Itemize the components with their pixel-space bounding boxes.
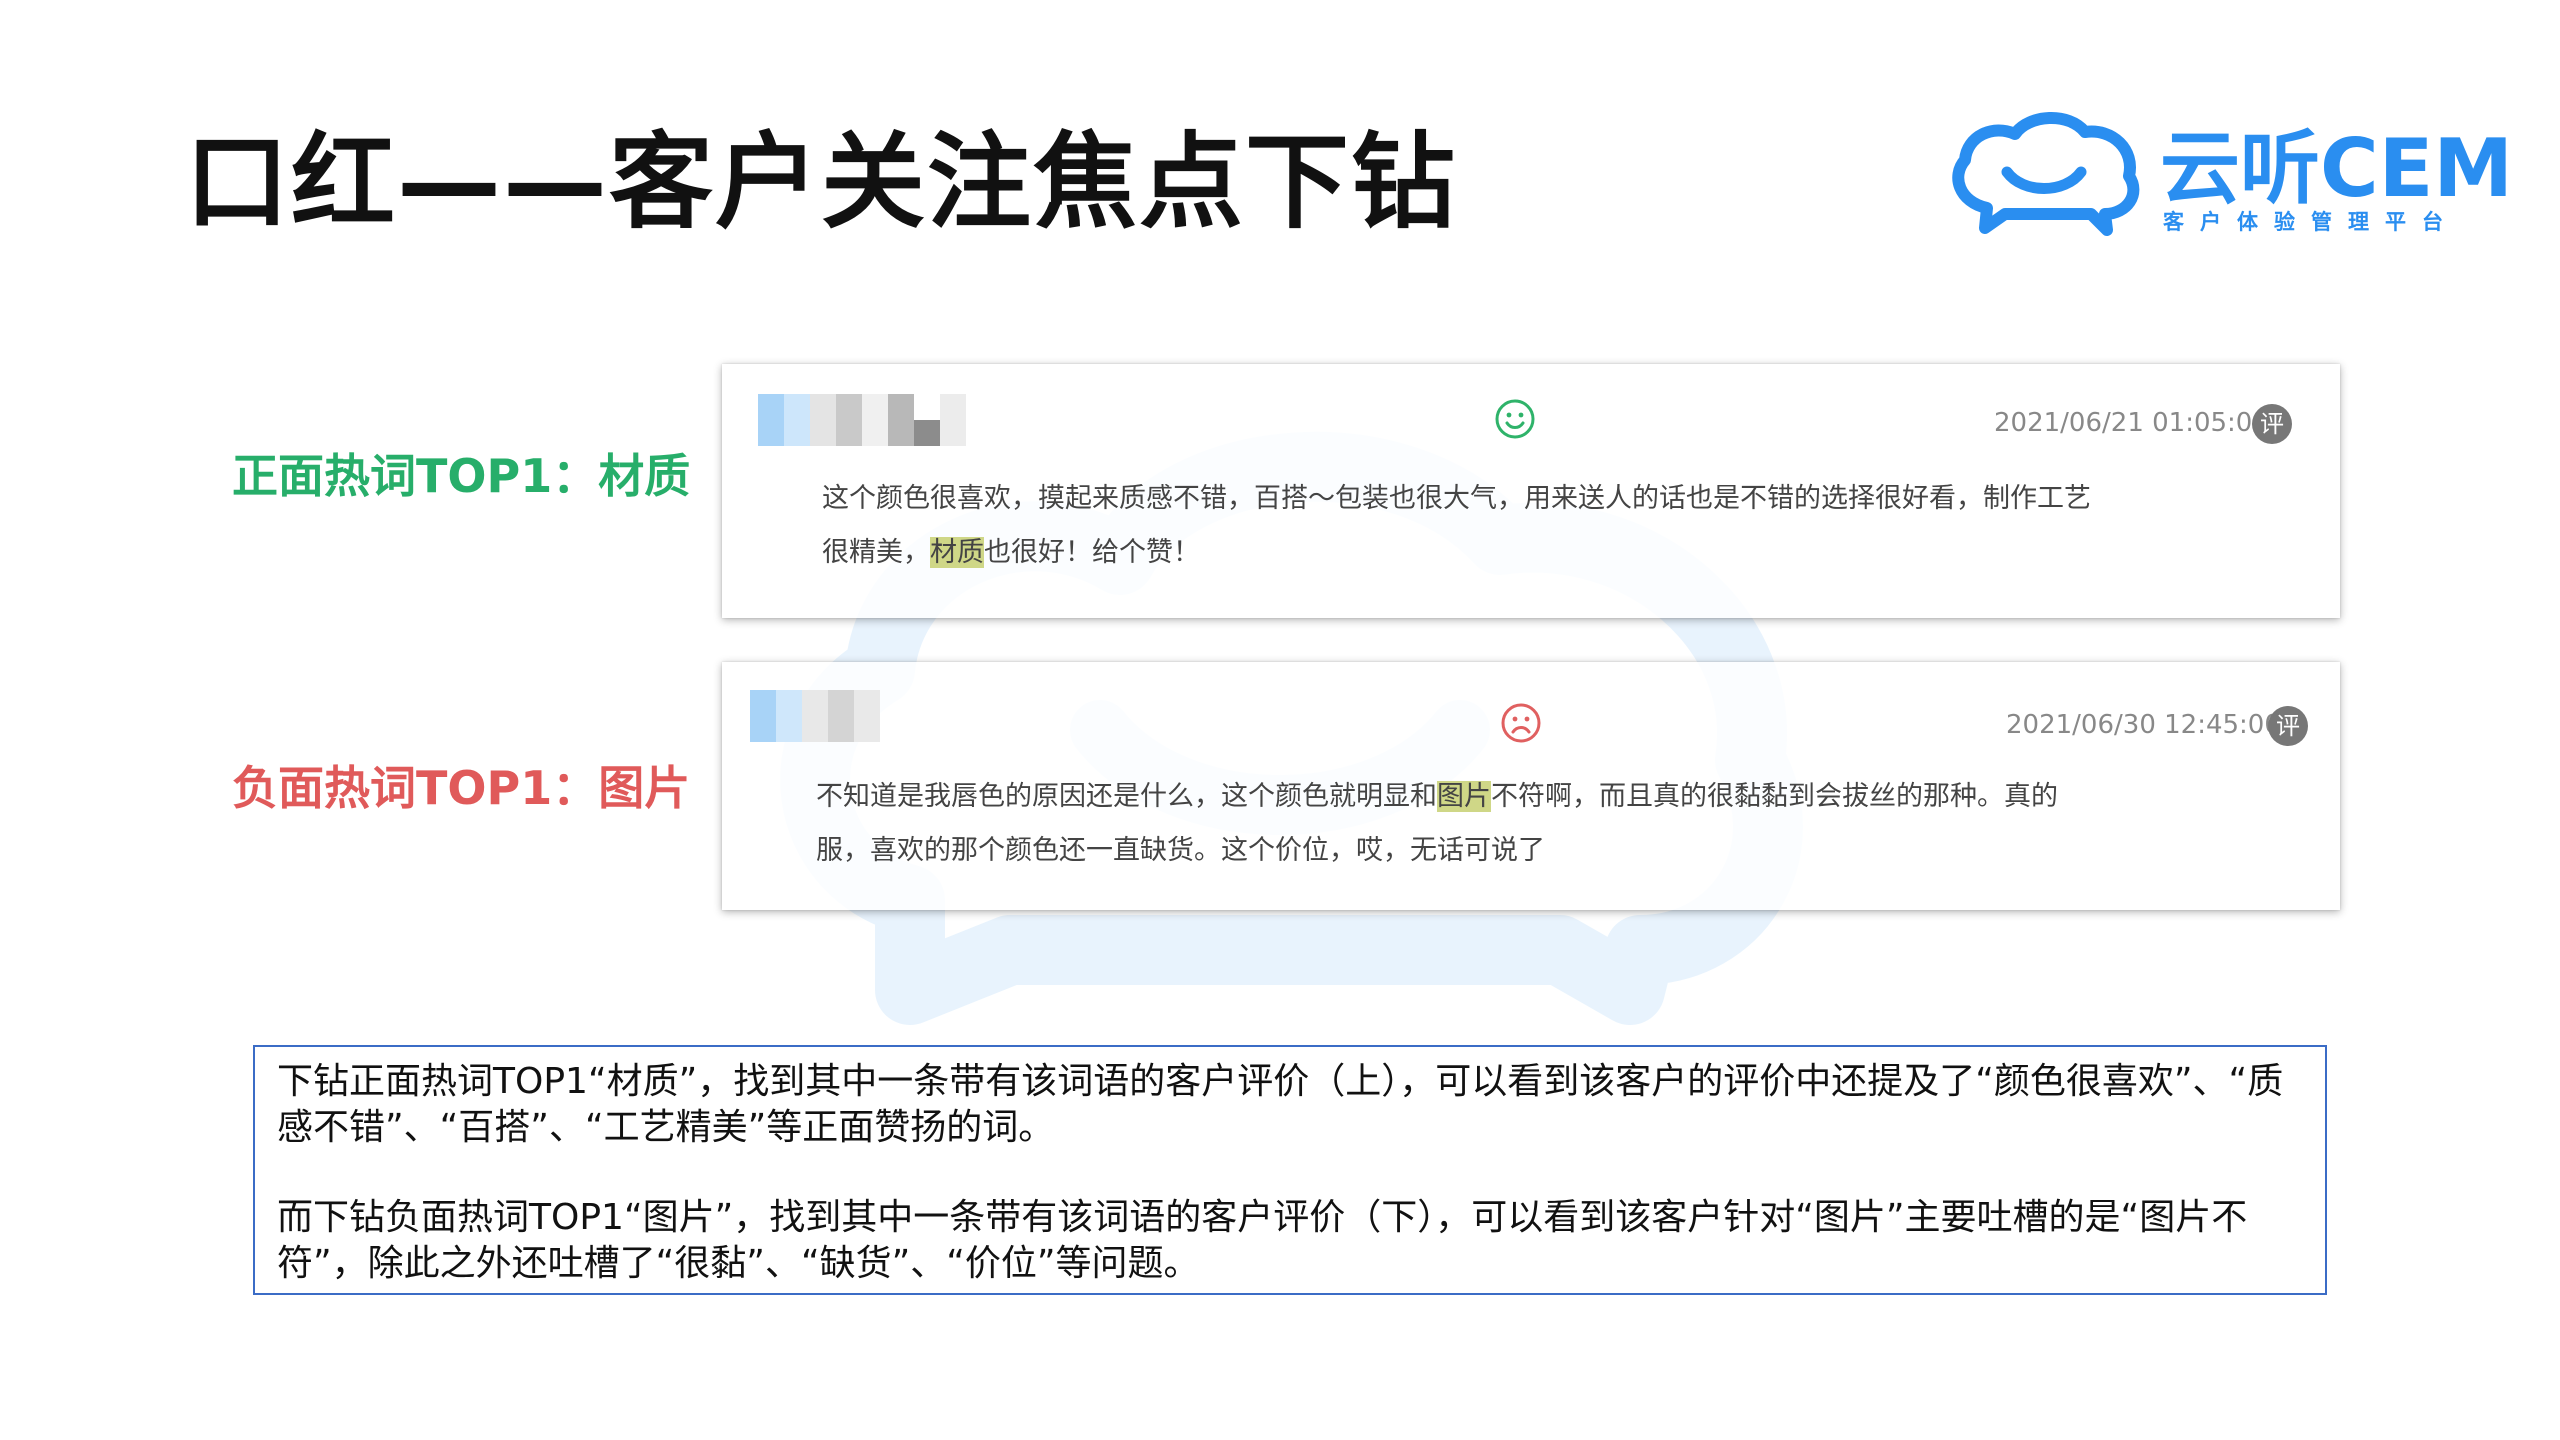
- logo-subtitle: 客户体验管理平台: [2163, 210, 2459, 234]
- review-text-line-1: 这个颜色很喜欢，摸起来质感不错，百搭～包装也很大气，用来送人的话也是不错的选择很…: [822, 483, 2091, 514]
- summary-box: 下钻正面热词TOP1“材质”，找到其中一条带有该词语的客户评价（上），可以看到该…: [253, 1045, 2327, 1295]
- highlighted-keyword: 图片: [1437, 781, 1491, 812]
- review-text-segment: 不符啊，而且真的很黏黏到会拔丝的那种。真的: [1491, 781, 2058, 812]
- review-timestamp: 2021/06/21 01:05:00: [1994, 408, 2269, 438]
- avatar-blurred: [750, 690, 880, 742]
- summary-paragraph-positive: 下钻正面热词TOP1“材质”，找到其中一条带有该词语的客户评价（上），可以看到该…: [277, 1061, 2284, 1148]
- summary-paragraph-negative: 而下钻负面热词TOP1“图片”，找到其中一条带有该词语的客户评价（下），可以看到…: [277, 1197, 2248, 1284]
- positive-hotword-label: 正面热词TOP1：材质: [232, 449, 691, 503]
- review-text-segment: 不知道是我唇色的原因还是什么，这个颜色就明显和: [816, 781, 1437, 812]
- review-timestamp: 2021/06/30 12:45:00: [2006, 710, 2281, 740]
- review-badge[interactable]: 评: [2252, 404, 2292, 444]
- smile-face-icon: [1495, 399, 1535, 439]
- review-text-line-1: 不知道是我唇色的原因还是什么，这个颜色就明显和图片不符啊，而且真的很黏黏到会拔丝…: [816, 770, 2058, 824]
- review-badge[interactable]: 评: [2268, 706, 2308, 746]
- brand-logo: 云听CEM 客户体验管理平台: [1945, 110, 2513, 240]
- avatar-blurred: [758, 394, 966, 446]
- review-text-line-2: 服，喜欢的那个颜色还一直缺货。这个价位，哎，无话可说了: [816, 835, 1545, 866]
- review-card-negative: 2021/06/30 12:45:00 评 不知道是我唇色的原因还是什么，这个颜…: [722, 662, 2340, 910]
- cloud-chat-icon: [1952, 112, 2140, 236]
- page-title: 口红——客户关注焦点下钻: [185, 121, 1458, 243]
- review-text-line-2: 很精美，材质也很好！给个赞！: [822, 526, 1200, 580]
- review-card-positive: 2021/06/21 01:05:00 评 这个颜色很喜欢，摸起来质感不错，百搭…: [722, 364, 2340, 618]
- highlighted-keyword: 材质: [930, 537, 984, 568]
- negative-hotword-label: 负面热词TOP1：图片: [232, 761, 691, 815]
- review-text-segment: 很精美，: [822, 537, 930, 568]
- sad-face-icon: [1501, 703, 1541, 743]
- logo-name: 云听CEM: [2160, 122, 2513, 215]
- review-text-segment: 也很好！给个赞！: [984, 537, 1200, 568]
